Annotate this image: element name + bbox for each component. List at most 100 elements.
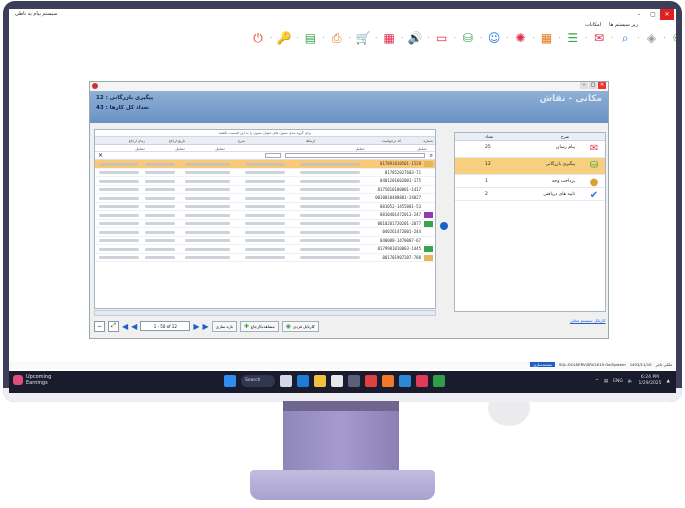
volume-icon[interactable]: 🔈 <box>628 379 634 384</box>
category-item[interactable]: ⛁ پیگیری بازرگانی 12 <box>455 158 605 175</box>
maximize-button[interactable]: ▢ <box>646 9 660 20</box>
monitor-search-icon[interactable]: ⌕ <box>616 29 634 47</box>
task-view-icon[interactable] <box>280 375 292 387</box>
redacted-cell <box>185 213 230 217</box>
minimize-button[interactable]: – <box>632 9 646 20</box>
column-request-code[interactable]: کد درخواست <box>382 139 401 143</box>
search-row: × ⌕ <box>95 152 435 160</box>
status-color-swatch <box>424 212 433 218</box>
toolbar-separator: · <box>401 34 404 42</box>
horizontal-scrollbar[interactable] <box>94 310 436 316</box>
next-page-button[interactable]: ▶ <box>193 322 199 331</box>
store-icon[interactable] <box>348 375 360 387</box>
column-description[interactable]: شرح <box>238 139 245 143</box>
box-icon[interactable]: ◈ <box>643 29 661 47</box>
expand-button[interactable]: ⤢ <box>108 320 119 332</box>
search-input[interactable] <box>285 153 425 158</box>
table-row[interactable]: 040080-1470007-67 <box>95 237 435 245</box>
status-color-swatch <box>424 254 433 261</box>
redacted-cell <box>99 205 139 208</box>
splitter-arrow-icon[interactable] <box>440 222 448 230</box>
app-icon[interactable] <box>331 375 343 387</box>
filter-label[interactable]: شامل: <box>355 147 365 151</box>
telegram-icon[interactable] <box>399 375 411 387</box>
cart-icon[interactable]: 🛒 <box>354 29 372 47</box>
grid-icon[interactable]: ▦ <box>538 29 556 47</box>
table-row[interactable]: 0010201720201-2077 <box>95 220 435 228</box>
collapse-button[interactable]: − <box>94 320 105 332</box>
category-item[interactable]: ● پرداخت وجه 1 <box>455 175 605 188</box>
start-icon[interactable] <box>224 375 236 387</box>
person-icon[interactable]: ☺ <box>485 29 503 47</box>
table-row[interactable]: 0179981010003-1445 <box>95 245 435 254</box>
key-icon[interactable]: 🔑 <box>275 29 293 47</box>
close-button[interactable]: ✕ <box>598 82 606 89</box>
chat-icon[interactable]: ✉ <box>590 29 608 47</box>
calendar-icon[interactable]: ▦ <box>380 29 398 47</box>
ai-app-icon[interactable] <box>365 375 377 387</box>
taskbar: Upcoming Earnings Search ^ ▤ ENG 🔈 6:24 … <box>9 371 676 393</box>
users-icon[interactable]: ⚇ <box>669 29 676 47</box>
list-icon[interactable]: ☰ <box>564 29 582 47</box>
table-row[interactable]: 040261472001-244 <box>95 228 435 237</box>
redacted-cell <box>300 188 360 191</box>
personal-cartable-button[interactable]: ◉ کارتابل فردی <box>281 320 319 332</box>
view-refer-button[interactable]: ✚ مشاهده/ارجاع <box>239 320 279 332</box>
column-refer-date[interactable]: تاریخ ارجاع <box>169 139 185 143</box>
edge-icon[interactable] <box>297 375 309 387</box>
column-number[interactable]: شماره <box>423 139 433 143</box>
filter-label[interactable]: شامل: <box>135 147 145 151</box>
column-relation[interactable]: ارتباط <box>306 139 315 143</box>
table-row[interactable]: 001052-1455001-53 <box>95 203 435 211</box>
network-icon[interactable]: ▤ <box>604 379 608 384</box>
maximize-button[interactable]: ▢ <box>589 82 597 89</box>
total-count: تعداد کل کارها : 43 <box>96 105 149 111</box>
speaker-icon[interactable]: 🔊 <box>406 29 424 47</box>
notification-icon[interactable]: ▲ <box>667 379 670 384</box>
category-item[interactable]: ✔ تایید های دریافتی 2 <box>455 188 605 201</box>
table-row[interactable]: 0010401472013-247 <box>95 211 435 220</box>
app-red-icon[interactable] <box>416 375 428 387</box>
browser-icon[interactable] <box>382 375 394 387</box>
status-bar: مستندسازی SQL:GOLSERV\SRV2019 Gol5ystem … <box>9 361 676 369</box>
widgets-button[interactable]: Upcoming Earnings <box>13 374 51 386</box>
refresh-button[interactable]: تازه سازی <box>211 320 237 332</box>
column-refer-time[interactable]: زمان ارجاع <box>129 139 145 143</box>
table-row[interactable]: 0010010480801-24027 <box>95 194 435 203</box>
excel-icon[interactable] <box>433 375 445 387</box>
redacted-cell <box>300 171 360 174</box>
filter-dropdown[interactable] <box>265 153 281 158</box>
toolbar-separator: · <box>663 34 666 42</box>
minimize-button[interactable]: – <box>580 82 588 89</box>
filter-label[interactable]: شامل: <box>215 147 225 151</box>
printer-icon[interactable]: ⎙ <box>328 29 346 47</box>
redacted-cell <box>300 239 360 242</box>
filter-label[interactable]: شامل: <box>417 147 427 151</box>
network-icon[interactable]: ✺ <box>511 29 529 47</box>
first-page-button[interactable]: ◀ <box>122 322 128 331</box>
close-button[interactable]: ✕ <box>660 9 674 20</box>
table-row[interactable]: 017891010501-1528 <box>95 160 435 169</box>
menu-item-subsystems[interactable]: زیر سیستم ها <box>609 22 638 28</box>
file-explorer-icon[interactable] <box>314 375 326 387</box>
taskbar-search[interactable]: Search <box>241 375 275 387</box>
table-row[interactable]: 001701907207-788 <box>95 254 435 262</box>
table-row[interactable]: 017852027603-71 <box>95 169 435 177</box>
last-page-button[interactable]: ▶ <box>202 322 208 331</box>
prev-page-button[interactable]: ◀ <box>131 322 137 331</box>
search-icon[interactable]: ⌕ <box>430 152 433 160</box>
table-row[interactable]: 0401201602001-175 <box>95 177 435 186</box>
clear-icon[interactable]: × <box>98 152 103 159</box>
bag-icon[interactable]: ⛁ <box>459 29 477 47</box>
category-item[interactable]: ✉ پیام رسان 25 <box>455 141 605 158</box>
menu-item-tools[interactable]: امکانات <box>585 22 601 28</box>
power-icon[interactable]: ⏻ <box>249 29 267 47</box>
chevron-up-icon[interactable]: ^ <box>595 379 599 384</box>
language-indicator[interactable]: ENG <box>613 379 623 384</box>
document-icon[interactable]: ▤ <box>301 29 319 47</box>
screen-icon[interactable]: ▭ <box>433 29 451 47</box>
local-cartable-link[interactable]: کارتابل سیستم محلی <box>570 318 605 323</box>
table-row[interactable]: 0175010180801-1417 <box>95 186 435 194</box>
clock[interactable]: 6:24 PM 1/29/2025 <box>638 375 661 387</box>
filter-label[interactable]: شامل: <box>175 147 185 151</box>
